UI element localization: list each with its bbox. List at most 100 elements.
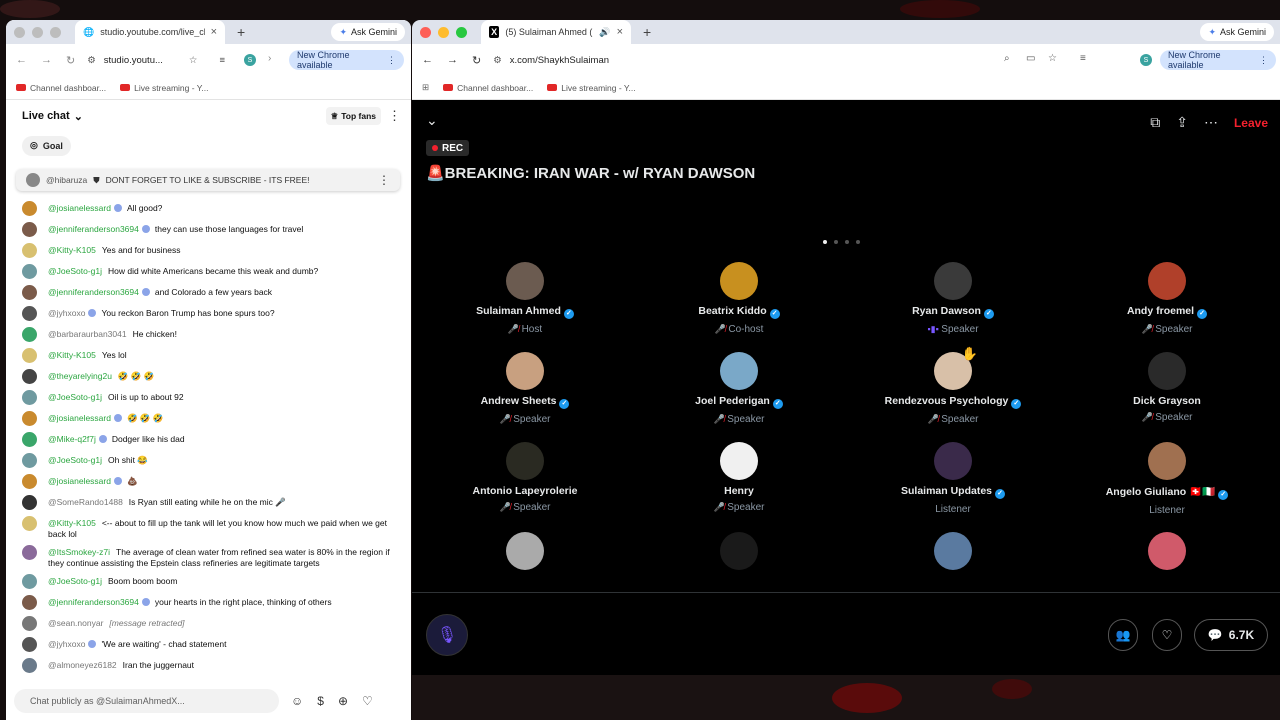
avatar[interactable] — [22, 222, 37, 237]
avatar[interactable] — [22, 637, 37, 652]
chat-message[interactable]: @josianelessard 🤣 🤣 🤣 — [6, 408, 411, 429]
avatar[interactable] — [720, 442, 758, 480]
super-chat-icon[interactable]: $ — [317, 694, 324, 708]
chat-message[interactable]: @jenniferanderson3694 they can use those … — [6, 219, 411, 240]
participant[interactable]: Antonio Lapeyrolerie 🎤̸ Speaker — [418, 442, 632, 513]
reload-button[interactable]: ↻ — [472, 54, 481, 67]
avatar[interactable] — [22, 453, 37, 468]
participant[interactable]: Sulaiman Updates ✓ Listener — [846, 442, 1060, 515]
message-author[interactable]: @Mike-q2f7j — [48, 434, 96, 444]
chat-message[interactable]: @JoeSoto-g1j Oh shit 😂 — [6, 450, 411, 471]
message-author[interactable]: @Kitty-K105 — [48, 245, 96, 255]
participant[interactable]: ✋ Rendezvous Psychology ✓ 🎤̸ Speaker — [846, 346, 1060, 425]
avatar[interactable] — [22, 495, 37, 510]
chat-message[interactable]: @jyhxoxo 'We are waiting' - chad statemen… — [6, 634, 411, 655]
minimize-window-button[interactable] — [438, 26, 449, 38]
avatar[interactable] — [1148, 442, 1186, 480]
cast-icon[interactable]: ▭ — [1026, 53, 1035, 64]
bookmark-live-streaming[interactable]: Live streaming - Y... — [547, 83, 636, 93]
minimize-window-button[interactable] — [32, 26, 43, 38]
top-fans-button[interactable]: ♕ Top fans — [325, 107, 381, 125]
participant[interactable]: Andrew Sheets ✓ 🎤̸ Speaker — [418, 352, 632, 425]
avatar[interactable] — [720, 262, 758, 300]
url-field[interactable]: ⚙ x.com/ShaykhSulaiman — [493, 55, 609, 66]
avatar[interactable] — [22, 243, 37, 258]
close-tab-icon[interactable]: × — [617, 26, 623, 38]
live-chat-dropdown[interactable]: Live chat ⌄ — [22, 110, 83, 123]
chat-message[interactable]: @theyarelying2u 🤣 🤣 🤣 — [6, 366, 411, 387]
message-author[interactable]: @jyhxoxo — [48, 308, 85, 318]
page-dot[interactable] — [834, 240, 838, 244]
avatar[interactable] — [506, 352, 544, 390]
react-button[interactable]: ♡ — [1152, 619, 1182, 651]
avatar[interactable] — [934, 262, 972, 300]
avatar[interactable] — [22, 390, 37, 405]
message-author[interactable]: @jenniferanderson3694 — [48, 287, 139, 297]
bookmark-star-icon[interactable]: ☆ — [1048, 53, 1057, 64]
avatar[interactable] — [934, 442, 972, 480]
back-button[interactable]: ← — [16, 54, 27, 67]
bookmark-star-icon[interactable]: ☆ — [189, 55, 198, 66]
chat-message[interactable]: @josianelessard All good? — [6, 198, 411, 219]
participant[interactable] — [632, 532, 846, 570]
new-chrome-available-button[interactable]: New Chrome available ⋮ — [1160, 50, 1276, 70]
participant[interactable]: Beatrix Kiddo ✓ 🎤̸ Co-host — [632, 262, 846, 335]
message-author[interactable]: @almoneyez6182 — [48, 660, 117, 670]
avatar[interactable] — [720, 352, 758, 390]
message-author[interactable]: @Kitty-K105 — [48, 350, 96, 360]
back-button[interactable]: ← — [422, 54, 433, 67]
chat-message[interactable]: @jenniferanderson3694 and Colorado a few … — [6, 282, 411, 303]
chat-message[interactable]: @barbaraurban3041 He chicken! — [6, 324, 411, 345]
chat-message[interactable]: @Kitty-K105 Yes and for business — [6, 240, 411, 261]
chat-message[interactable]: @Kitty-K105 Yes lol — [6, 345, 411, 366]
avatar[interactable] — [22, 474, 37, 489]
avatar[interactable] — [22, 348, 37, 363]
audio-playing-icon[interactable]: 🔊 — [599, 27, 610, 38]
bookmark-channel-dashboard[interactable]: Channel dashboar... — [16, 83, 106, 93]
chat-message[interactable]: @JoeSoto-g1j Oil is up to about 92 — [6, 387, 411, 408]
participant[interactable] — [1060, 532, 1274, 570]
avatar[interactable] — [22, 264, 37, 279]
bookmark-channel-dashboard[interactable]: Channel dashboar... — [443, 83, 533, 93]
page-dot[interactable] — [845, 240, 849, 244]
participant[interactable]: Andy froemel ✓ 🎤̸ Speaker — [1060, 262, 1274, 335]
page-dot[interactable] — [856, 240, 860, 244]
zoom-icon[interactable]: ⌕ — [1004, 53, 1010, 64]
reload-button[interactable]: ↻ — [66, 54, 75, 67]
avatar[interactable] — [22, 306, 37, 321]
chat-message[interactable]: @SomeRando1488 Is Ryan still eating while… — [6, 492, 411, 513]
new-tab-button[interactable]: + — [643, 24, 651, 40]
message-author[interactable]: @SomeRando1488 — [48, 497, 123, 507]
add-icon[interactable]: ⊕ — [338, 694, 348, 708]
pinned-message[interactable]: @hibaruza ⛊ DONT FORGET TO LIKE & SUBSCR… — [16, 169, 400, 191]
forward-button[interactable]: → — [447, 54, 458, 67]
message-author[interactable]: @JoeSoto-g1j — [48, 392, 102, 402]
message-author[interactable]: @jyhxoxo — [48, 639, 85, 649]
share-icon[interactable]: ⇪ — [1176, 114, 1188, 131]
avatar[interactable]: ✋ — [934, 346, 978, 390]
avatar[interactable] — [22, 411, 37, 426]
message-author[interactable]: @jenniferanderson3694 — [48, 597, 139, 607]
comments-button[interactable]: 💬 6.7K — [1194, 619, 1268, 651]
emoji-icon[interactable]: ☺ — [291, 694, 303, 708]
avatar[interactable] — [1148, 352, 1186, 390]
avatar[interactable] — [506, 262, 544, 300]
participant[interactable]: Joel Pederigan ✓ 🎤̸ Speaker — [632, 352, 846, 425]
goal-button[interactable]: ◎ Goal — [22, 135, 71, 156]
message-author[interactable]: @sean.nonyar — [48, 618, 103, 628]
chat-message[interactable]: @almoneyez6182 Iran the juggernaut — [6, 655, 411, 676]
ask-gemini-button[interactable]: ✦ Ask Gemini — [1200, 23, 1274, 41]
collapse-chevron-icon[interactable]: ⌄ — [426, 112, 438, 129]
browser-tab[interactable]: 🌐 studio.youtube.com/live_cha × — [75, 20, 225, 44]
message-author[interactable]: @theyarelying2u — [48, 371, 112, 381]
avatar[interactable] — [22, 285, 37, 300]
avatar[interactable] — [22, 369, 37, 384]
participant[interactable]: Dick Grayson 🎤̸ Speaker — [1060, 352, 1274, 423]
avatar[interactable] — [22, 516, 37, 531]
chat-message[interactable]: @JoeSoto-g1j How did white Americans beca… — [6, 261, 411, 282]
participant[interactable]: Ryan Dawson ✓ ▪▮▪ Speaker — [846, 262, 1060, 335]
pinned-options-icon[interactable]: ⋮ — [378, 173, 390, 187]
message-author[interactable]: @josianelessard — [48, 476, 111, 486]
avatar[interactable] — [22, 595, 37, 610]
close-tab-icon[interactable]: × — [211, 26, 217, 38]
